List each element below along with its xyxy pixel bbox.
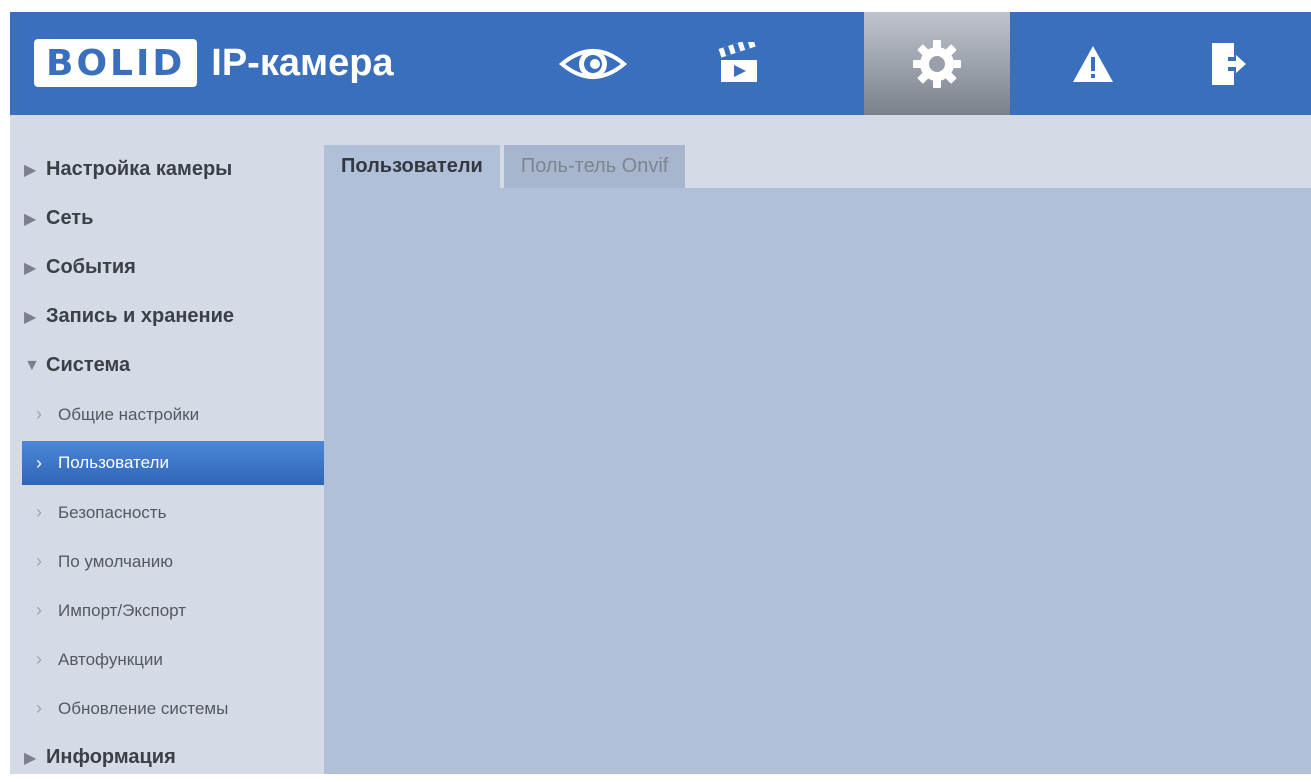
app-title: IP-камера (211, 41, 394, 84)
sidebar-item-label: Информация (46, 746, 176, 768)
sidebar-item-label: По умолчанию (58, 551, 173, 571)
expand-arrow-icon: ▶ (24, 259, 37, 277)
sidebar-item-label: Сеть (46, 207, 94, 229)
sidebar-menu: ▶ Настройка камеры ▶ Сеть ▶ События ▶ За… (10, 115, 324, 782)
tab-onvif-user[interactable]: Поль-тель Onvif (503, 145, 686, 188)
tab-bar: Пользователи Поль-тель Onvif (324, 145, 686, 188)
logo: BOLID IP-камера (34, 38, 394, 88)
sidebar-item-network[interactable]: ▶ Сеть (10, 194, 324, 243)
sidebar-item-events[interactable]: ▶ События (10, 243, 324, 292)
sidebar-item-label: Автофункции (58, 649, 163, 669)
sidebar-item-label: Пользователи (58, 453, 169, 472)
nav-live-view-button[interactable] (520, 12, 666, 115)
tab-users[interactable]: Пользователи (324, 145, 500, 188)
sidebar-item-auto-functions[interactable]: › Автофункции (10, 635, 324, 684)
clapperboard-icon (718, 41, 757, 82)
sidebar: ▶ Настройка камеры ▶ Сеть ▶ События ▶ За… (10, 115, 324, 774)
nav-settings-button[interactable] (864, 12, 1010, 115)
tab-panel (324, 188, 1311, 774)
sidebar-item-label: Общие настройки (58, 404, 200, 424)
sidebar-item-general-settings[interactable]: › Общие настройки (10, 390, 324, 439)
sidebar-item-label: Настройка камеры (46, 158, 233, 180)
expand-arrow-icon: ▶ (24, 308, 37, 326)
sidebar-item-system[interactable]: ▼ Система (10, 341, 324, 390)
sidebar-item-label: Запись и хранение (46, 305, 235, 327)
chevron-right-icon: › (36, 452, 42, 473)
chevron-right-icon: › (36, 404, 42, 424)
warning-icon (1073, 45, 1113, 82)
logout-icon (1212, 42, 1246, 85)
nav-playback-button[interactable] (666, 12, 812, 115)
sidebar-item-users[interactable]: › Пользователи (22, 441, 324, 485)
sidebar-item-label: Импорт/Экспорт (58, 600, 187, 620)
eye-icon (558, 48, 628, 79)
chevron-right-icon: › (36, 502, 42, 522)
chevron-right-icon: › (36, 649, 42, 669)
main-content: Пользователи Поль-тель Onvif (324, 115, 1311, 774)
sidebar-item-camera-settings[interactable]: ▶ Настройка камеры (10, 145, 324, 194)
nav-logout-button[interactable] (1155, 12, 1301, 115)
chevron-right-icon: › (36, 600, 42, 620)
bolid-logo: BOLID (34, 39, 198, 87)
sidebar-item-label: События (46, 256, 136, 278)
sidebar-item-security[interactable]: › Безопасность (10, 488, 324, 537)
sidebar-item-default[interactable]: › По умолчанию (10, 537, 324, 586)
logo-text: BOLID (46, 42, 186, 84)
collapse-arrow-icon: ▼ (24, 356, 40, 374)
chevron-right-icon: › (36, 698, 42, 718)
sidebar-item-system-update[interactable]: › Обновление системы (10, 684, 324, 733)
sidebar-item-label: Система (46, 354, 131, 376)
sidebar-item-information[interactable]: ▶ Информация (10, 733, 324, 782)
expand-arrow-icon: ▶ (24, 210, 37, 228)
sidebar-item-storage[interactable]: ▶ Запись и хранение (10, 292, 324, 341)
sidebar-item-label: Обновление системы (58, 698, 229, 718)
expand-arrow-icon: ▶ (24, 161, 37, 179)
nav-alarm-button[interactable] (1020, 12, 1166, 115)
gear-icon (913, 39, 961, 88)
sidebar-item-label: Безопасность (58, 502, 167, 522)
chevron-right-icon: › (36, 551, 42, 571)
top-header: BOLID IP-камера (10, 12, 1311, 115)
sidebar-item-import-export[interactable]: › Импорт/Экспорт (10, 586, 324, 635)
expand-arrow-icon: ▶ (24, 749, 37, 767)
